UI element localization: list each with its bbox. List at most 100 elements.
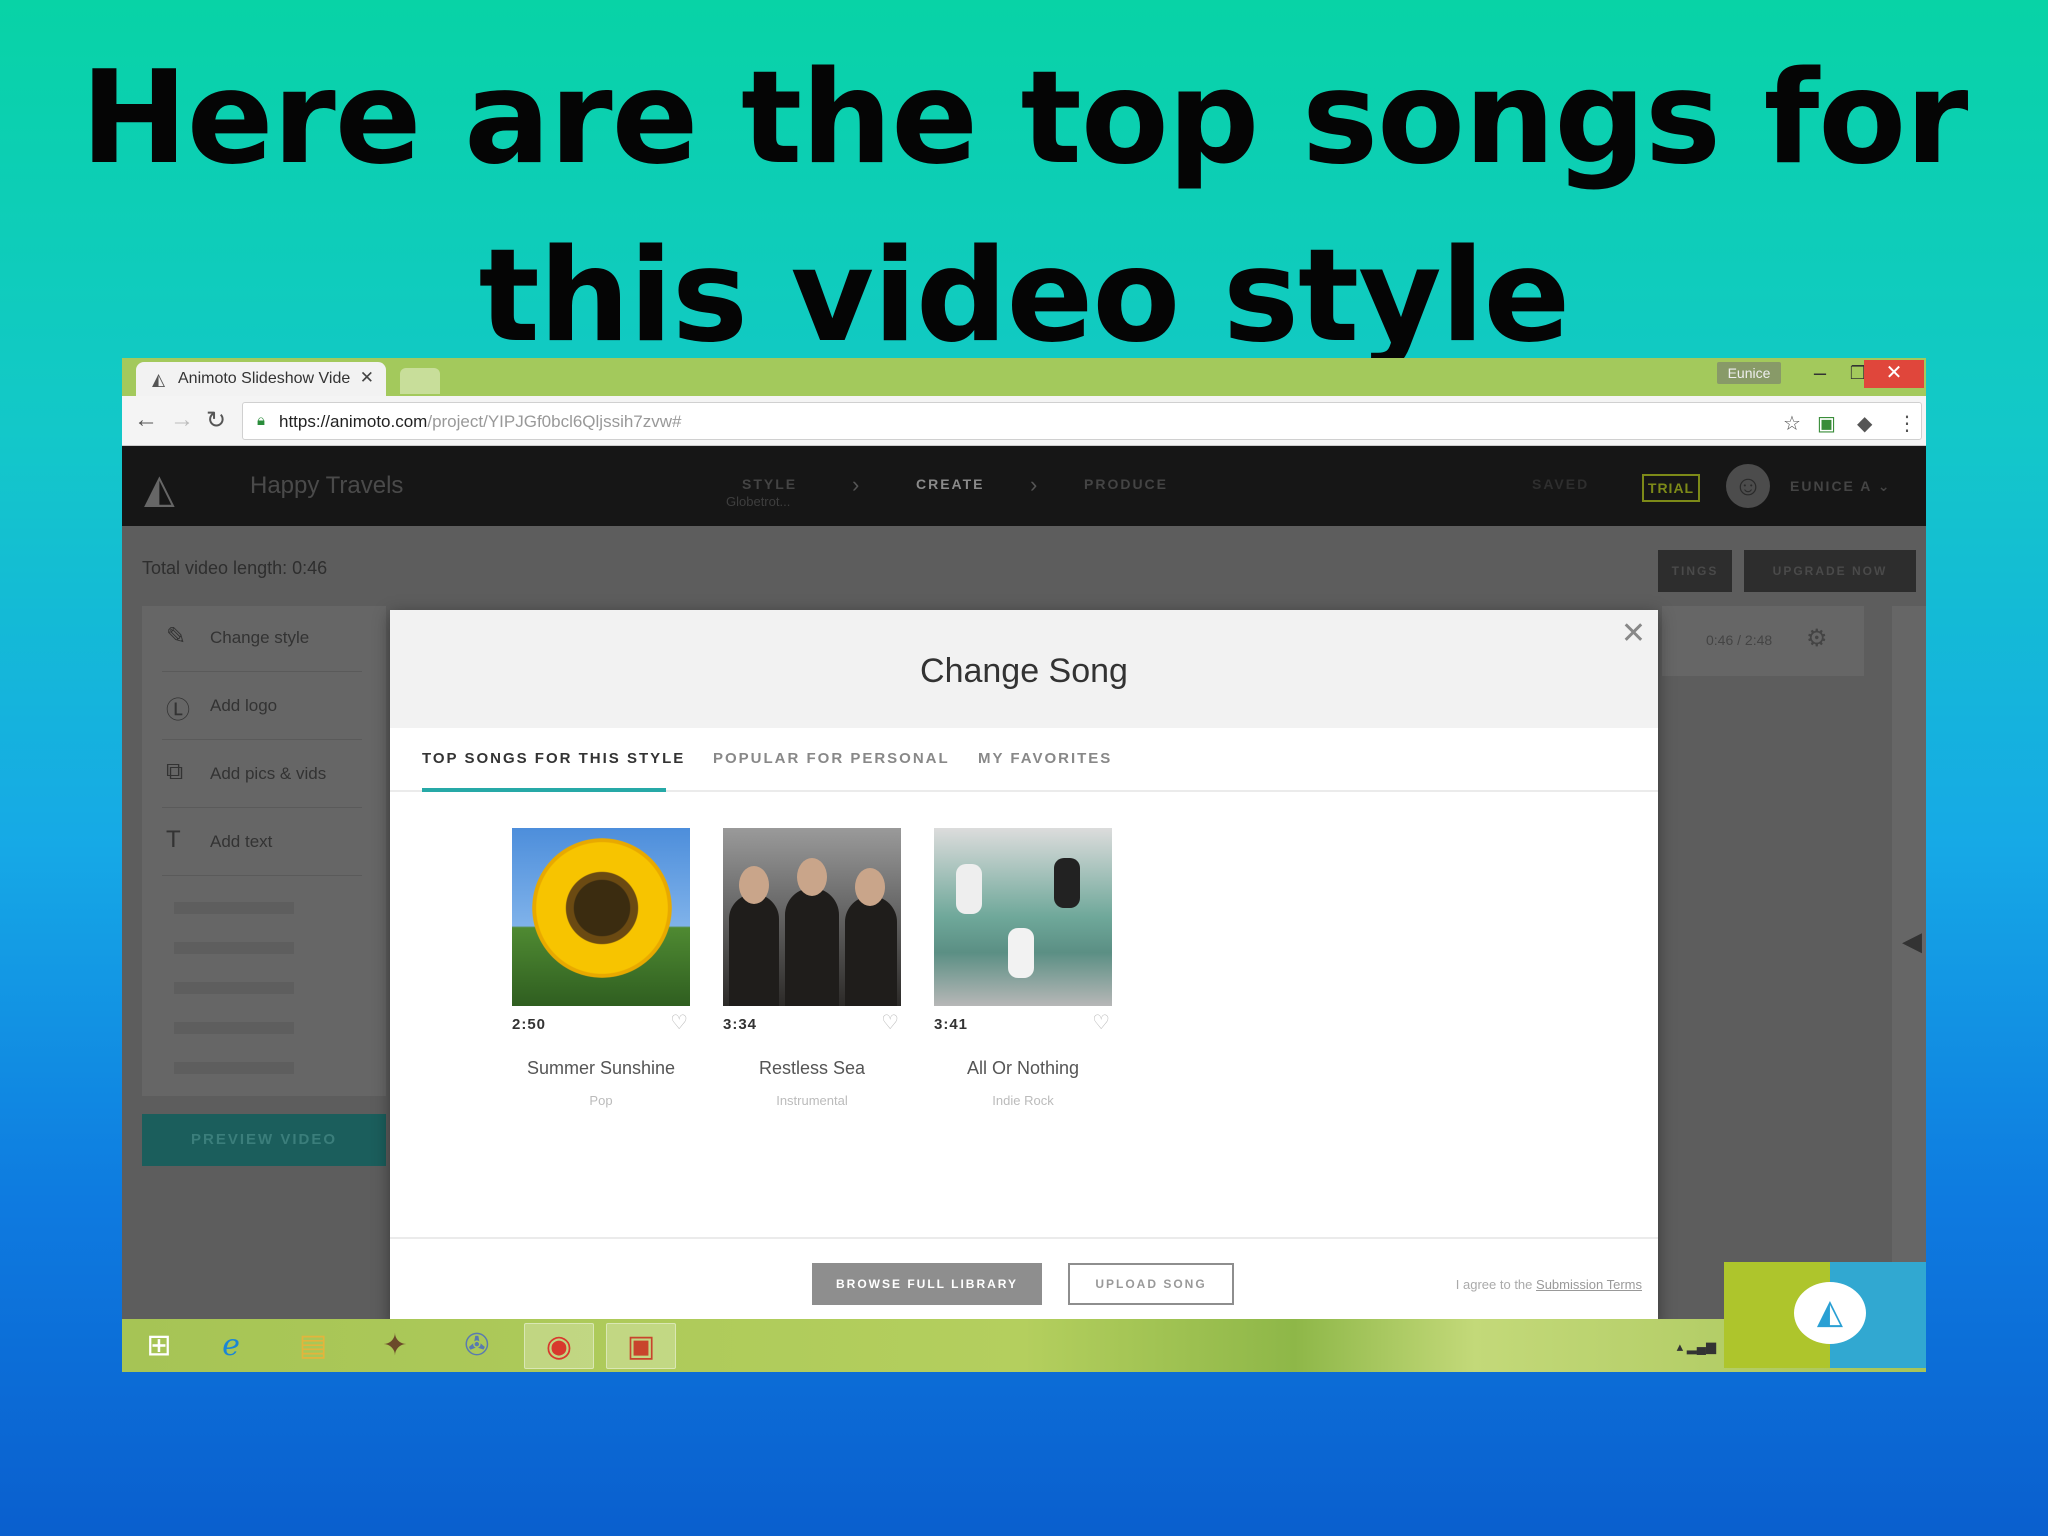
new-tab-button[interactable] (400, 368, 440, 394)
modal-title: Change Song (920, 652, 1128, 690)
avatar[interactable]: ☺ (1726, 464, 1770, 508)
step-chevron-icon: › (852, 472, 860, 497)
powerpoint-icon[interactable]: ▣ (606, 1323, 676, 1369)
extension-evernote-icon[interactable]: ◆ (1857, 411, 1872, 436)
song-genre: Pop (589, 1093, 613, 1108)
preview-video-button[interactable]: PREVIEW VIDEO (142, 1114, 386, 1166)
window-close-icon[interactable]: ✕ (1864, 360, 1924, 388)
song-artwork[interactable] (512, 828, 690, 1006)
sidebar-faint-item (174, 902, 294, 914)
song-genre: Indie Rock (992, 1093, 1054, 1108)
step-chevron-icon: › (1030, 472, 1038, 497)
submission-terms: I agree to the Submission Terms (1455, 1277, 1642, 1292)
trial-badge[interactable]: TRIAL (1642, 474, 1700, 502)
screenshot-frame: ◭ Animoto Slideshow Vide ✕ Eunice – ❐ ✕ … (122, 358, 1926, 1372)
song-duration: 3:41 (934, 1016, 969, 1033)
photos-icon: ⧉ (166, 758, 184, 785)
song-tabs: TOP SONGS FOR THIS STYLE POPULAR FOR PER… (390, 728, 1658, 792)
slide-title-line-1: Here are the top songs for (80, 44, 1969, 193)
animoto-app: ◭ Happy Travels STYLE Globetrot... › CRE… (122, 446, 1926, 1326)
collapse-arrow-icon[interactable]: ◀ (1902, 926, 1922, 957)
windows-taskbar: ⊞ ℯ ▤ ✦ ✇ ◉ ▣ ▴ ▂▄▆ (122, 1319, 1926, 1372)
browser-tab-title: Animoto Slideshow Vide (178, 370, 351, 387)
step-produce[interactable]: PRODUCE (1084, 476, 1168, 492)
song-artwork[interactable] (723, 828, 901, 1006)
modal-footer: BROWSE FULL LIBRARY UPLOAD SONG I agree … (390, 1237, 1658, 1326)
lock-icon: 🔒︎ (257, 412, 265, 429)
url-text: https://animoto.com/project/YIPJGf0bcl6Q… (279, 412, 682, 431)
tab-close-icon[interactable]: ✕ (360, 368, 374, 388)
logo-badge-icon: Ⓛ (166, 697, 190, 724)
step-style[interactable]: STYLE (742, 476, 797, 492)
song-artwork[interactable] (934, 828, 1112, 1006)
browser-tab[interactable]: ◭ Animoto Slideshow Vide ✕ (136, 362, 386, 396)
chevron-down-icon: ⌄ (1877, 478, 1892, 494)
system-tray-signal-icon[interactable]: ▴ ▂▄▆ (1677, 1339, 1716, 1355)
heart-icon[interactable]: ♡ (881, 1010, 899, 1035)
brush-icon: ✎ (166, 623, 187, 650)
extension-icon[interactable]: ▣ (1817, 411, 1836, 436)
step-create[interactable]: CREATE (916, 476, 985, 492)
video-timer: 0:46 / 2:48 (1706, 632, 1773, 648)
chrome-icon[interactable]: ◉ (524, 1323, 594, 1369)
song-genre: Instrumental (776, 1093, 848, 1108)
song-card[interactable]: 3:41 ♡ All Or Nothing Indie Rock (934, 828, 1112, 1108)
sidebar-item-add-logo[interactable]: Ⓛ Add logo (162, 674, 362, 740)
menu-kebab-icon[interactable]: ⋮ (1897, 411, 1917, 436)
sidebar-item-add-text[interactable]: T Add text (162, 810, 362, 876)
song-title: Summer Sunshine (526, 1058, 676, 1078)
tab-my-favorites[interactable]: MY FAVORITES (978, 750, 1112, 767)
heart-icon[interactable]: ♡ (670, 1010, 688, 1035)
sidebar-faint-item (174, 982, 294, 994)
app-shortcut-icon[interactable]: ✦ (360, 1323, 430, 1369)
project-name[interactable]: Happy Travels (250, 472, 403, 500)
windows-start-icon[interactable]: ⊞ (124, 1323, 194, 1369)
internet-explorer-icon[interactable]: ℯ (196, 1323, 266, 1369)
sidebar-item-add-pics[interactable]: ⧉ Add pics & vids (162, 742, 362, 808)
browser-toolbar: ← → ↻ 🔒︎ https://animoto.com/project/YIP… (122, 396, 1926, 446)
animoto-corner-logo-icon: ◭ (1794, 1282, 1866, 1344)
sidebar-item-change-style[interactable]: ✎ Change style (162, 606, 362, 672)
video-length: Total video length: 0:46 (142, 558, 328, 578)
tab-top-songs[interactable]: TOP SONGS FOR THIS STYLE (422, 750, 685, 767)
profile-chip[interactable]: Eunice (1717, 362, 1781, 384)
text-icon: T (166, 826, 181, 853)
song-card[interactable]: 2:50 ♡ Summer Sunshine Pop (512, 828, 690, 1108)
sidebar: ✎ Change style Ⓛ Add logo ⧉ Add pics & v… (142, 606, 386, 1096)
right-rail (1892, 606, 1926, 1319)
forward-icon[interactable]: → (170, 406, 194, 434)
bookmark-star-icon[interactable]: ☆ (1783, 411, 1801, 436)
modal-header: Change Song ✕ (390, 610, 1658, 728)
paint-app-icon[interactable]: ✇ (442, 1323, 512, 1369)
sunflower-image (532, 838, 672, 978)
song-title: All Or Nothing (966, 1058, 1080, 1078)
close-icon[interactable]: ✕ (1621, 616, 1646, 651)
user-menu[interactable]: EUNICE A ⌄ (1790, 478, 1891, 495)
minimize-icon[interactable]: – (1800, 360, 1840, 388)
saved-status: SAVED (1532, 476, 1590, 492)
animoto-logo-icon[interactable]: ◭ (144, 466, 175, 512)
submission-terms-link[interactable]: Submission Terms (1536, 1277, 1642, 1292)
back-icon[interactable]: ← (134, 406, 158, 434)
address-bar[interactable]: 🔒︎ https://animoto.com/project/YIPJGf0bc… (242, 402, 1922, 440)
change-song-modal: Change Song ✕ TOP SONGS FOR THIS STYLE P… (390, 610, 1658, 1326)
reload-icon[interactable]: ↻ (206, 406, 226, 435)
settings-button[interactable]: TINGS (1658, 550, 1732, 592)
sidebar-faint-item (174, 1062, 294, 1074)
heart-icon[interactable]: ♡ (1092, 1010, 1110, 1035)
song-title: Restless Sea (758, 1058, 866, 1078)
upload-song-button[interactable]: UPLOAD SONG (1068, 1263, 1234, 1305)
step-style-sub: Globetrot... (726, 494, 791, 509)
upgrade-now-button[interactable]: UPGRADE NOW (1744, 550, 1916, 592)
active-tab-indicator (422, 788, 666, 792)
gear-icon[interactable]: ⚙ (1806, 624, 1828, 653)
sidebar-faint-item (174, 942, 294, 954)
tab-popular-personal[interactable]: POPULAR FOR PERSONAL (713, 750, 950, 767)
song-card[interactable]: 3:34 ♡ Restless Sea Instrumental (723, 828, 901, 1108)
song-duration: 2:50 (512, 1016, 547, 1033)
song-duration: 3:34 (723, 1016, 758, 1033)
sidebar-faint-item (174, 1022, 294, 1034)
browse-full-library-button[interactable]: BROWSE FULL LIBRARY (812, 1263, 1042, 1305)
file-explorer-icon[interactable]: ▤ (278, 1323, 348, 1369)
app-header: ◭ Happy Travels STYLE Globetrot... › CRE… (122, 446, 1926, 526)
